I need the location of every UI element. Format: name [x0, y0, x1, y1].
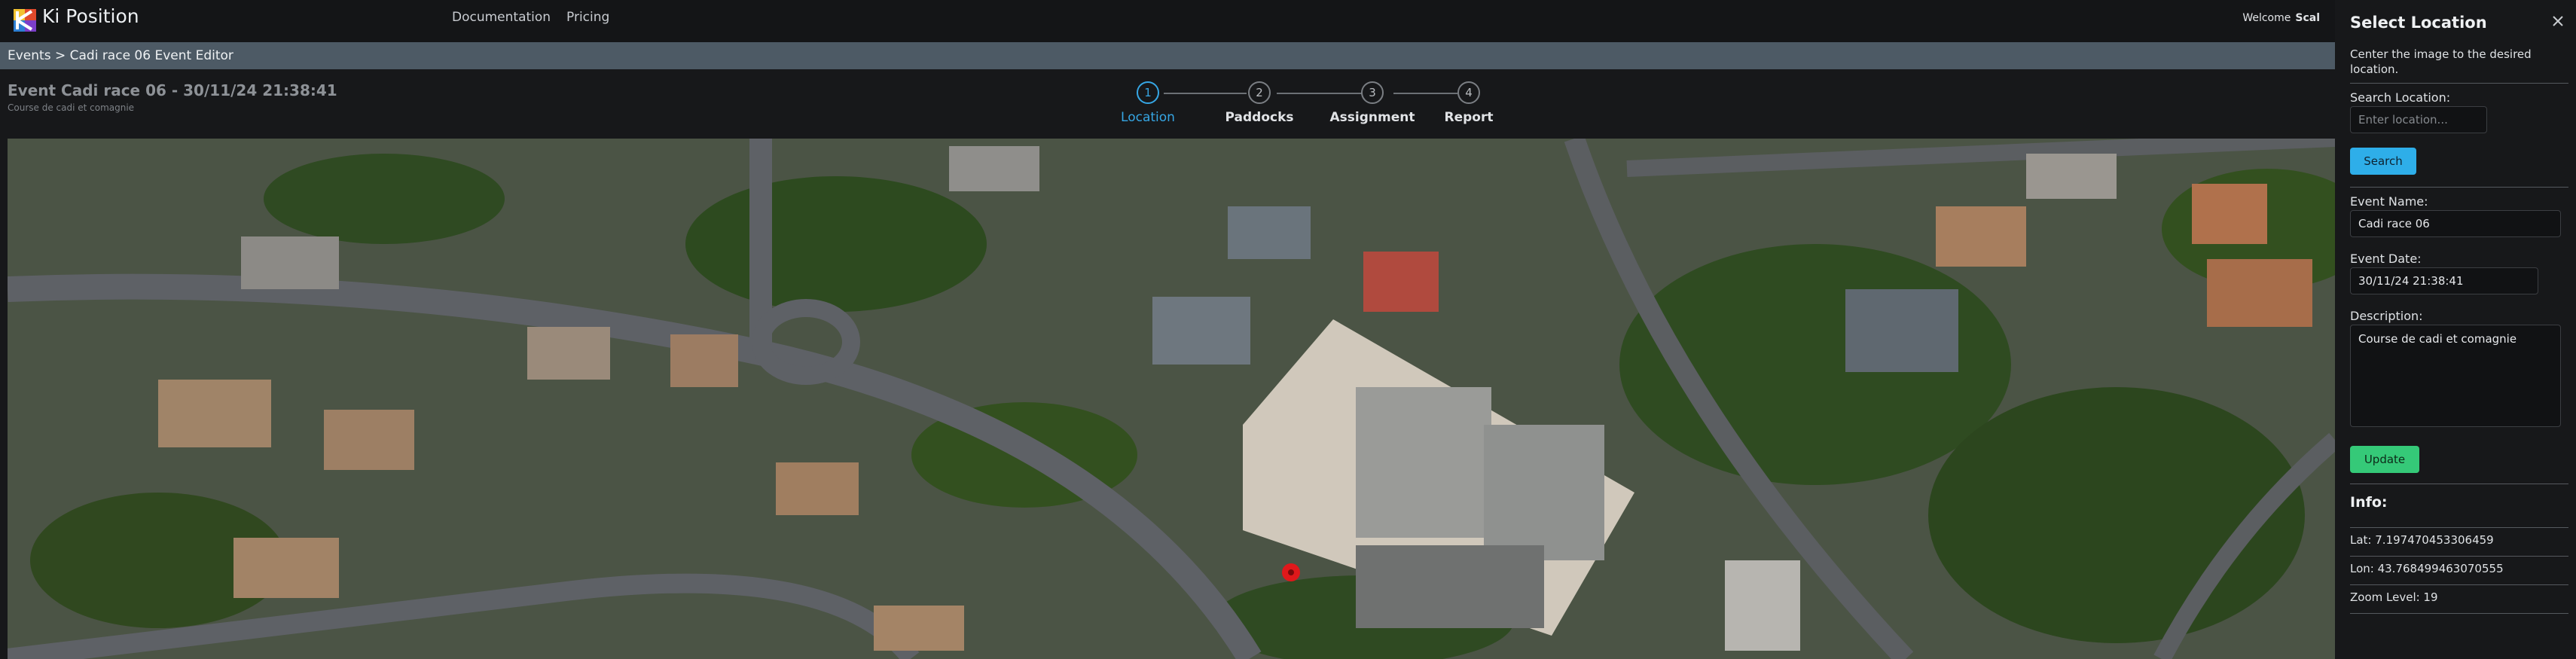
panel-title: Select Location	[2350, 14, 2487, 32]
step-number: 2	[1248, 81, 1271, 104]
step-number: 1	[1137, 81, 1159, 104]
step-wizard: 1 Location 2 Paddocks 3 Assignment 4 Rep…	[1100, 81, 1493, 130]
step-label: Report	[1444, 110, 1494, 125]
step-number: 4	[1457, 81, 1480, 104]
event-title: Event Cadi race 06 - 30/11/24 21:38:41	[8, 81, 337, 99]
nav-pricing-link[interactable]: Pricing	[566, 9, 609, 26]
search-location-input[interactable]	[2350, 106, 2487, 133]
event-name-input[interactable]	[2350, 210, 2561, 237]
breadcrumb: Events > Cadi race 06 Event Editor	[0, 42, 2335, 69]
divider	[2350, 527, 2568, 528]
search-button[interactable]: Search	[2350, 148, 2416, 175]
event-date-input[interactable]	[2350, 267, 2538, 294]
step-label: Location	[1121, 110, 1175, 125]
divider	[2350, 83, 2568, 84]
step-location[interactable]: 1 Location	[1095, 81, 1201, 125]
select-location-panel: Select Location Center the image to the …	[2335, 0, 2576, 659]
divider	[2350, 613, 2568, 614]
divider	[2350, 584, 2568, 585]
ki-position-logo[interactable]	[12, 8, 38, 33]
top-navbar: Ki Position Documentation Pricing Welcom…	[0, 0, 2335, 42]
longitude-readout: Lon: 43.768499463070555	[2350, 562, 2504, 575]
description-label: Description:	[2350, 309, 2423, 323]
panel-instructions: Center the image to the desired location…	[2350, 47, 2532, 76]
step-label: Paddocks	[1225, 110, 1294, 125]
event-header: Event Cadi race 06 - 30/11/24 21:38:41 C…	[0, 69, 2335, 139]
brand-name[interactable]: Ki Position	[42, 5, 139, 29]
event-date-label: Event Date:	[2350, 252, 2422, 266]
user-name[interactable]: Scal	[2295, 12, 2320, 24]
step-paddocks[interactable]: 2 Paddocks	[1207, 81, 1312, 125]
step-assignment[interactable]: 3 Assignment	[1320, 81, 1425, 125]
divider	[2350, 187, 2568, 188]
info-title: Info:	[2350, 494, 2388, 511]
satellite-map[interactable]	[8, 139, 2335, 659]
search-location-label: Search Location:	[2350, 90, 2451, 105]
update-button[interactable]: Update	[2350, 446, 2419, 473]
welcome-text: Welcome Scal	[2242, 12, 2320, 24]
map-imagery[interactable]	[8, 139, 2335, 659]
zoom-level-readout: Zoom Level: 19	[2350, 590, 2438, 604]
close-icon[interactable]	[2550, 14, 2565, 29]
divider	[2350, 556, 2568, 557]
nav-documentation-link[interactable]: Documentation	[452, 9, 551, 26]
latitude-readout: Lat: 7.197470453306459	[2350, 533, 2494, 547]
step-label: Assignment	[1329, 110, 1415, 125]
description-textarea[interactable]: Course de cadi et comagnie	[2350, 325, 2561, 427]
welcome-label: Welcome	[2242, 12, 2291, 24]
step-number: 3	[1361, 81, 1384, 104]
event-subtitle: Course de cadi et comagnie	[8, 102, 135, 113]
event-name-label: Event Name:	[2350, 194, 2428, 209]
map-marker-icon[interactable]	[1280, 561, 1302, 587]
step-report[interactable]: 4 Report	[1416, 81, 1521, 125]
